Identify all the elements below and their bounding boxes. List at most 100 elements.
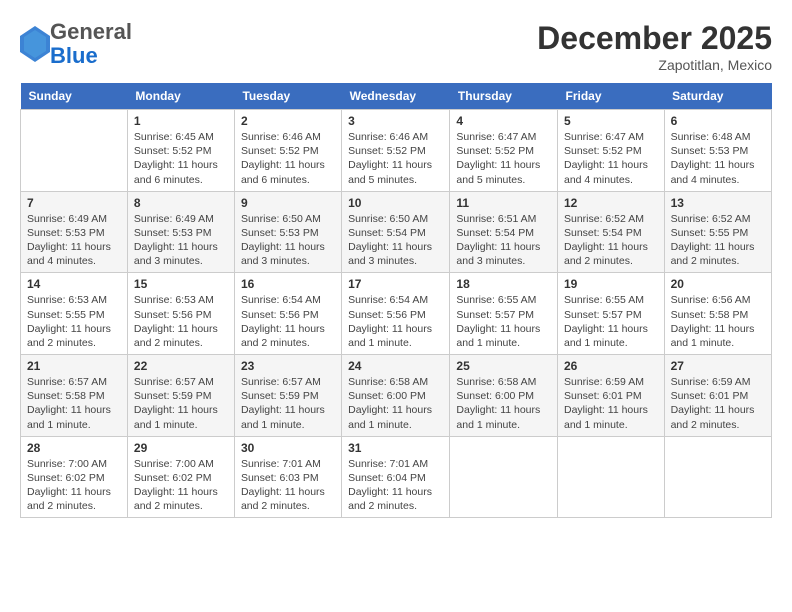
calendar-cell: 15 Sunrise: 6:53 AM Sunset: 5:56 PM Dayli… (127, 273, 234, 355)
week-row-4: 21 Sunrise: 6:57 AM Sunset: 5:58 PM Dayli… (21, 355, 772, 437)
day-info: Sunrise: 6:59 AM Sunset: 6:01 PM Dayligh… (564, 375, 658, 432)
calendar-cell: 17Sunrise: 6:54 AM Sunset: 5:56 PM Dayli… (342, 273, 450, 355)
day-info: Sunrise: 6:50 AM Sunset: 5:53 PM Dayligh… (241, 212, 335, 269)
calendar-cell: 29 Sunrise: 7:00 AM Sunset: 6:02 PM Dayli… (127, 436, 234, 518)
header-day-wednesday: Wednesday (342, 83, 450, 110)
logo-text: General Blue (50, 20, 132, 68)
month-title: December 2025 (537, 20, 772, 57)
calendar-cell: 6 Sunrise: 6:48 AM Sunset: 5:53 PM Daylig… (664, 110, 771, 192)
day-info: Sunrise: 7:01 AM Sunset: 6:03 PM Dayligh… (241, 457, 335, 514)
day-info: Sunrise: 6:53 AM Sunset: 5:56 PM Dayligh… (134, 293, 228, 350)
calendar-cell: 31 Sunrise: 7:01 AM Sunset: 6:04 PM Dayli… (342, 436, 450, 518)
calendar-cell: 11Sunrise: 6:51 AM Sunset: 5:54 PM Dayli… (450, 191, 558, 273)
day-number: 23 (241, 359, 335, 373)
header-day-saturday: Saturday (664, 83, 771, 110)
day-info: Sunrise: 7:01 AM Sunset: 6:04 PM Dayligh… (348, 457, 443, 514)
day-number: 19 (564, 277, 658, 291)
calendar-cell: 1 Sunrise: 6:45 AM Sunset: 5:52 PM Daylig… (127, 110, 234, 192)
day-number: 24 (348, 359, 443, 373)
day-number: 3 (348, 114, 443, 128)
day-info: Sunrise: 6:52 AM Sunset: 5:55 PM Dayligh… (671, 212, 765, 269)
day-number: 25 (456, 359, 551, 373)
calendar-cell: 30Sunrise: 7:01 AM Sunset: 6:03 PM Dayli… (234, 436, 341, 518)
logo: General Blue (20, 20, 132, 68)
page-header: General Blue December 2025 Zapotitlan, M… (20, 20, 772, 73)
day-number: 7 (27, 196, 121, 210)
day-number: 16 (241, 277, 335, 291)
calendar-cell: 10 Sunrise: 6:50 AM Sunset: 5:54 PM Dayli… (342, 191, 450, 273)
calendar-cell: 3 Sunrise: 6:46 AM Sunset: 5:52 PM Daylig… (342, 110, 450, 192)
day-info: Sunrise: 6:57 AM Sunset: 5:59 PM Dayligh… (241, 375, 335, 432)
header-day-tuesday: Tuesday (234, 83, 341, 110)
day-info: Sunrise: 6:48 AM Sunset: 5:53 PM Dayligh… (671, 130, 765, 187)
week-row-1: 1 Sunrise: 6:45 AM Sunset: 5:52 PM Daylig… (21, 110, 772, 192)
calendar-cell (557, 436, 664, 518)
day-info: Sunrise: 6:46 AM Sunset: 5:52 PM Dayligh… (348, 130, 443, 187)
day-number: 20 (671, 277, 765, 291)
day-number: 15 (134, 277, 228, 291)
calendar-cell: 26Sunrise: 6:59 AM Sunset: 6:01 PM Dayli… (557, 355, 664, 437)
calendar-cell: 4 Sunrise: 6:47 AM Sunset: 5:52 PM Daylig… (450, 110, 558, 192)
day-number: 8 (134, 196, 228, 210)
day-info: Sunrise: 6:57 AM Sunset: 5:58 PM Dayligh… (27, 375, 121, 432)
week-row-2: 7 Sunrise: 6:49 AM Sunset: 5:53 PM Daylig… (21, 191, 772, 273)
day-info: Sunrise: 7:00 AM Sunset: 6:02 PM Dayligh… (134, 457, 228, 514)
day-number: 10 (348, 196, 443, 210)
day-number: 29 (134, 441, 228, 455)
calendar-cell: 12 Sunrise: 6:52 AM Sunset: 5:54 PM Dayli… (557, 191, 664, 273)
day-info: Sunrise: 6:52 AM Sunset: 5:54 PM Dayligh… (564, 212, 658, 269)
calendar-cell: 18 Sunrise: 6:55 AM Sunset: 5:57 PM Dayli… (450, 273, 558, 355)
calendar-cell (664, 436, 771, 518)
calendar-cell: 27Sunrise: 6:59 AM Sunset: 6:01 PM Dayli… (664, 355, 771, 437)
calendar-cell (21, 110, 128, 192)
day-info: Sunrise: 6:47 AM Sunset: 5:52 PM Dayligh… (456, 130, 551, 187)
calendar-cell: 7 Sunrise: 6:49 AM Sunset: 5:53 PM Daylig… (21, 191, 128, 273)
week-row-3: 14Sunrise: 6:53 AM Sunset: 5:55 PM Dayli… (21, 273, 772, 355)
day-number: 31 (348, 441, 443, 455)
logo-icon (20, 26, 50, 62)
calendar-cell: 22Sunrise: 6:57 AM Sunset: 5:59 PM Dayli… (127, 355, 234, 437)
day-number: 18 (456, 277, 551, 291)
day-info: Sunrise: 6:45 AM Sunset: 5:52 PM Dayligh… (134, 130, 228, 187)
logo-blue-text: Blue (50, 44, 132, 68)
calendar-cell: 20Sunrise: 6:56 AM Sunset: 5:58 PM Dayli… (664, 273, 771, 355)
day-number: 4 (456, 114, 551, 128)
day-number: 12 (564, 196, 658, 210)
day-info: Sunrise: 6:50 AM Sunset: 5:54 PM Dayligh… (348, 212, 443, 269)
day-number: 9 (241, 196, 335, 210)
day-number: 21 (27, 359, 121, 373)
calendar-cell: 23 Sunrise: 6:57 AM Sunset: 5:59 PM Dayli… (234, 355, 341, 437)
header-day-sunday: Sunday (21, 83, 128, 110)
day-number: 1 (134, 114, 228, 128)
calendar-cell (450, 436, 558, 518)
calendar-cell: 16Sunrise: 6:54 AM Sunset: 5:56 PM Dayli… (234, 273, 341, 355)
day-number: 6 (671, 114, 765, 128)
calendar-cell: 2 Sunrise: 6:46 AM Sunset: 5:52 PM Daylig… (234, 110, 341, 192)
day-info: Sunrise: 6:58 AM Sunset: 6:00 PM Dayligh… (348, 375, 443, 432)
week-row-5: 28Sunrise: 7:00 AM Sunset: 6:02 PM Dayli… (21, 436, 772, 518)
day-info: Sunrise: 6:51 AM Sunset: 5:54 PM Dayligh… (456, 212, 551, 269)
day-info: Sunrise: 6:49 AM Sunset: 5:53 PM Dayligh… (134, 212, 228, 269)
calendar-cell: 9 Sunrise: 6:50 AM Sunset: 5:53 PM Daylig… (234, 191, 341, 273)
day-info: Sunrise: 6:57 AM Sunset: 5:59 PM Dayligh… (134, 375, 228, 432)
day-number: 14 (27, 277, 121, 291)
day-info: Sunrise: 6:46 AM Sunset: 5:52 PM Dayligh… (241, 130, 335, 187)
calendar-cell: 21 Sunrise: 6:57 AM Sunset: 5:58 PM Dayli… (21, 355, 128, 437)
day-number: 17 (348, 277, 443, 291)
day-info: Sunrise: 6:58 AM Sunset: 6:00 PM Dayligh… (456, 375, 551, 432)
calendar-cell: 28Sunrise: 7:00 AM Sunset: 6:02 PM Dayli… (21, 436, 128, 518)
day-info: Sunrise: 6:55 AM Sunset: 5:57 PM Dayligh… (456, 293, 551, 350)
calendar-cell: 25 Sunrise: 6:58 AM Sunset: 6:00 PM Dayli… (450, 355, 558, 437)
day-number: 27 (671, 359, 765, 373)
title-block: December 2025 Zapotitlan, Mexico (537, 20, 772, 73)
calendar-cell: 14Sunrise: 6:53 AM Sunset: 5:55 PM Dayli… (21, 273, 128, 355)
header-row: SundayMondayTuesdayWednesdayThursdayFrid… (21, 83, 772, 110)
day-number: 2 (241, 114, 335, 128)
header-day-monday: Monday (127, 83, 234, 110)
day-info: Sunrise: 6:49 AM Sunset: 5:53 PM Dayligh… (27, 212, 121, 269)
calendar-cell: 13Sunrise: 6:52 AM Sunset: 5:55 PM Dayli… (664, 191, 771, 273)
calendar-cell: 8 Sunrise: 6:49 AM Sunset: 5:53 PM Daylig… (127, 191, 234, 273)
day-info: Sunrise: 7:00 AM Sunset: 6:02 PM Dayligh… (27, 457, 121, 514)
day-info: Sunrise: 6:47 AM Sunset: 5:52 PM Dayligh… (564, 130, 658, 187)
logo-general-text: General (50, 20, 132, 44)
